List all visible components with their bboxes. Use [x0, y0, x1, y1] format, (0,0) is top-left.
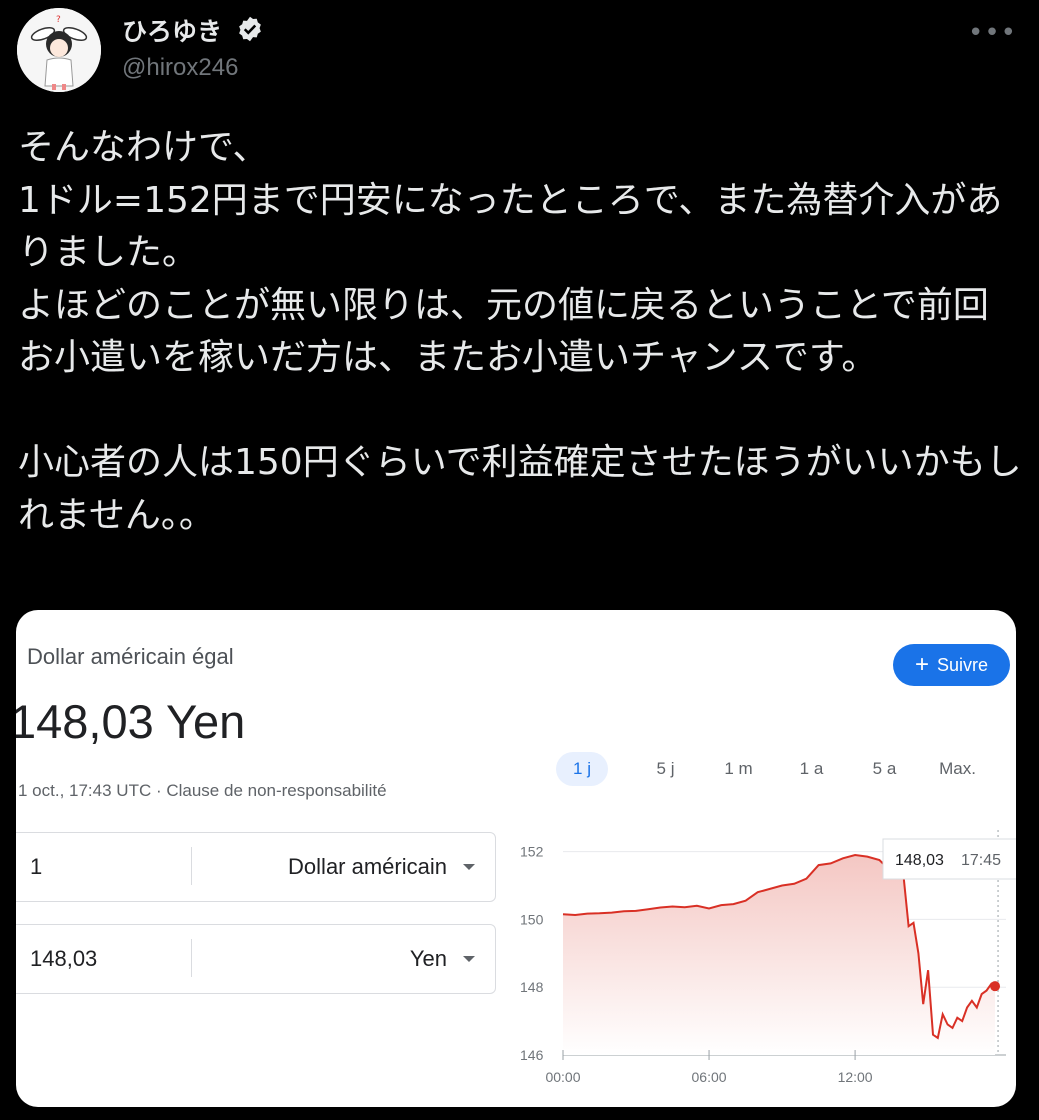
range-tabs: 1 j 5 j 1 m 1 a 5 a Max.: [556, 752, 994, 786]
converter-from[interactable]: 1 Dollar américain: [16, 832, 496, 902]
tab-5-years[interactable]: 5 a: [848, 752, 921, 786]
current-point: [990, 981, 1001, 992]
avatar-image: ?: [17, 8, 101, 92]
svg-text:?: ?: [56, 15, 61, 25]
area-fill: [563, 855, 996, 1055]
tab-max[interactable]: Max.: [921, 752, 994, 786]
divider: [191, 939, 192, 977]
tab-1-month[interactable]: 1 m: [702, 752, 775, 786]
separator: ·: [151, 781, 167, 800]
tab-5-days[interactable]: 5 j: [629, 752, 702, 786]
y-tick-label: 152: [520, 844, 544, 860]
currency-select[interactable]: Yen: [410, 925, 447, 993]
currency-subtitle: Dollar américain égal: [27, 644, 234, 669]
avatar[interactable]: ?: [17, 8, 101, 92]
tab-1-year[interactable]: 1 a: [775, 752, 848, 786]
chevron-down-icon[interactable]: [463, 956, 475, 962]
disclaimer-link[interactable]: Clause de non-responsabilité: [166, 781, 386, 800]
y-tick-label: 148: [520, 979, 544, 995]
rate-timestamp: 1 oct., 17:43 UTC · Clause de non-respon…: [18, 781, 387, 801]
tweet-text: そんなわけで、 1ドル=152円まで円安になったところで、また為替介入がありまし…: [18, 127, 1022, 536]
tooltip-time: 17:45: [961, 852, 1001, 869]
exchange-rate-chart[interactable]: 146 148 150 152 00:00 06:00 12:00 148,03 17:45: [506, 820, 1016, 1105]
x-tick-label: 06:00: [692, 1069, 727, 1085]
user-handle[interactable]: @hirox246: [122, 54, 238, 82]
y-tick-label: 146: [520, 1047, 544, 1063]
more-options-icon[interactable]: •••: [968, 18, 1017, 48]
follow-button[interactable]: + Suivre: [893, 644, 1010, 686]
converter-to[interactable]: 148,03 Yen: [16, 924, 496, 994]
display-name[interactable]: ひろゆき: [122, 12, 222, 48]
tab-1-day[interactable]: 1 j: [556, 752, 608, 786]
tooltip-value: 148,03: [895, 852, 944, 869]
exchange-rate: 148,03 Yen: [16, 695, 246, 748]
timestamp-text: 1 oct., 17:43 UTC: [18, 781, 152, 800]
y-tick-label: 150: [520, 911, 544, 927]
follow-label: Suivre: [936, 654, 989, 675]
chevron-down-icon[interactable]: [463, 864, 475, 870]
amount-input[interactable]: 1: [30, 833, 42, 901]
verified-badge-icon: [239, 16, 261, 42]
currency-card-image[interactable]: Dollar américain égal 148,03 Yen 1 oct.,…: [16, 610, 1016, 1107]
x-tick-label: 12:00: [838, 1069, 873, 1085]
divider: [191, 847, 192, 885]
currency-select[interactable]: Dollar américain: [288, 833, 447, 901]
amount-input[interactable]: 148,03: [30, 925, 97, 993]
plus-icon: +: [914, 651, 929, 678]
x-tick-label: 00:00: [545, 1069, 580, 1085]
